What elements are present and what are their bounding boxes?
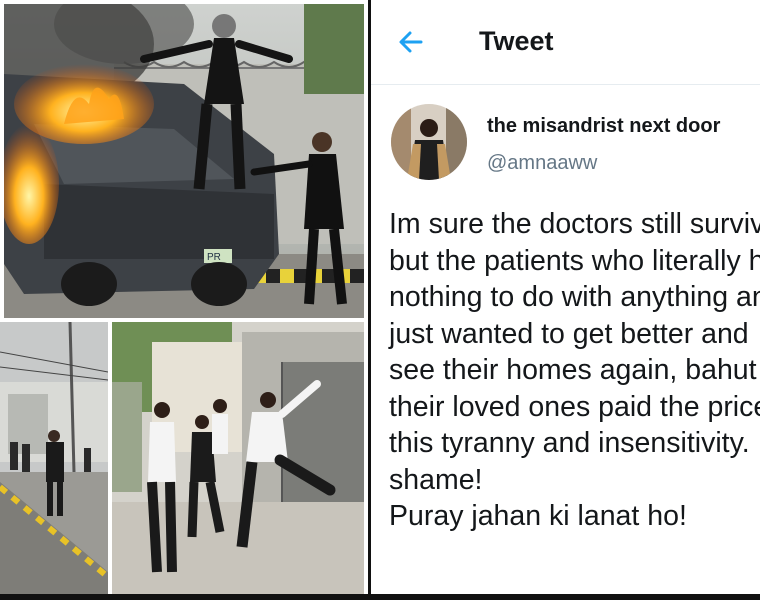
gate-kick-photo xyxy=(112,322,364,594)
tweet-line: see their homes again, bahut sad xyxy=(389,354,760,386)
burning-car-photo: PR xyxy=(4,4,364,318)
tweet-panel: Tweet the misandrist next door @amnaaww … xyxy=(368,0,760,600)
bottom-border xyxy=(0,594,760,600)
street-photo xyxy=(0,322,108,600)
tweet-header: Tweet xyxy=(371,0,760,85)
photo-collage: PR xyxy=(0,0,368,600)
tweet-line: this tyranny and insensitivity. xyxy=(389,427,750,459)
tweet-line: just wanted to get better and xyxy=(389,317,749,350)
display-name[interactable]: the misandrist next door xyxy=(487,115,720,138)
tweet-line: Puray jahan ki lanat ho! xyxy=(389,500,687,532)
page-title: Tweet xyxy=(479,26,554,56)
avatar[interactable] xyxy=(391,104,467,180)
tweet-line: nothing to do with anything and xyxy=(389,281,760,313)
tweet-text: Im sure the doctors still survived but t… xyxy=(389,206,760,535)
tweet-line: but the patients who literally had xyxy=(389,244,760,277)
user-handle[interactable]: @amnaaww xyxy=(487,152,597,175)
tweet-line: their loved ones paid the price of xyxy=(389,390,760,423)
plate-text: PR xyxy=(207,252,221,263)
tweet-line: Im sure the doctors still survived xyxy=(389,208,760,240)
tweet-line: shame! xyxy=(389,463,483,496)
back-arrow-icon[interactable] xyxy=(397,28,425,56)
